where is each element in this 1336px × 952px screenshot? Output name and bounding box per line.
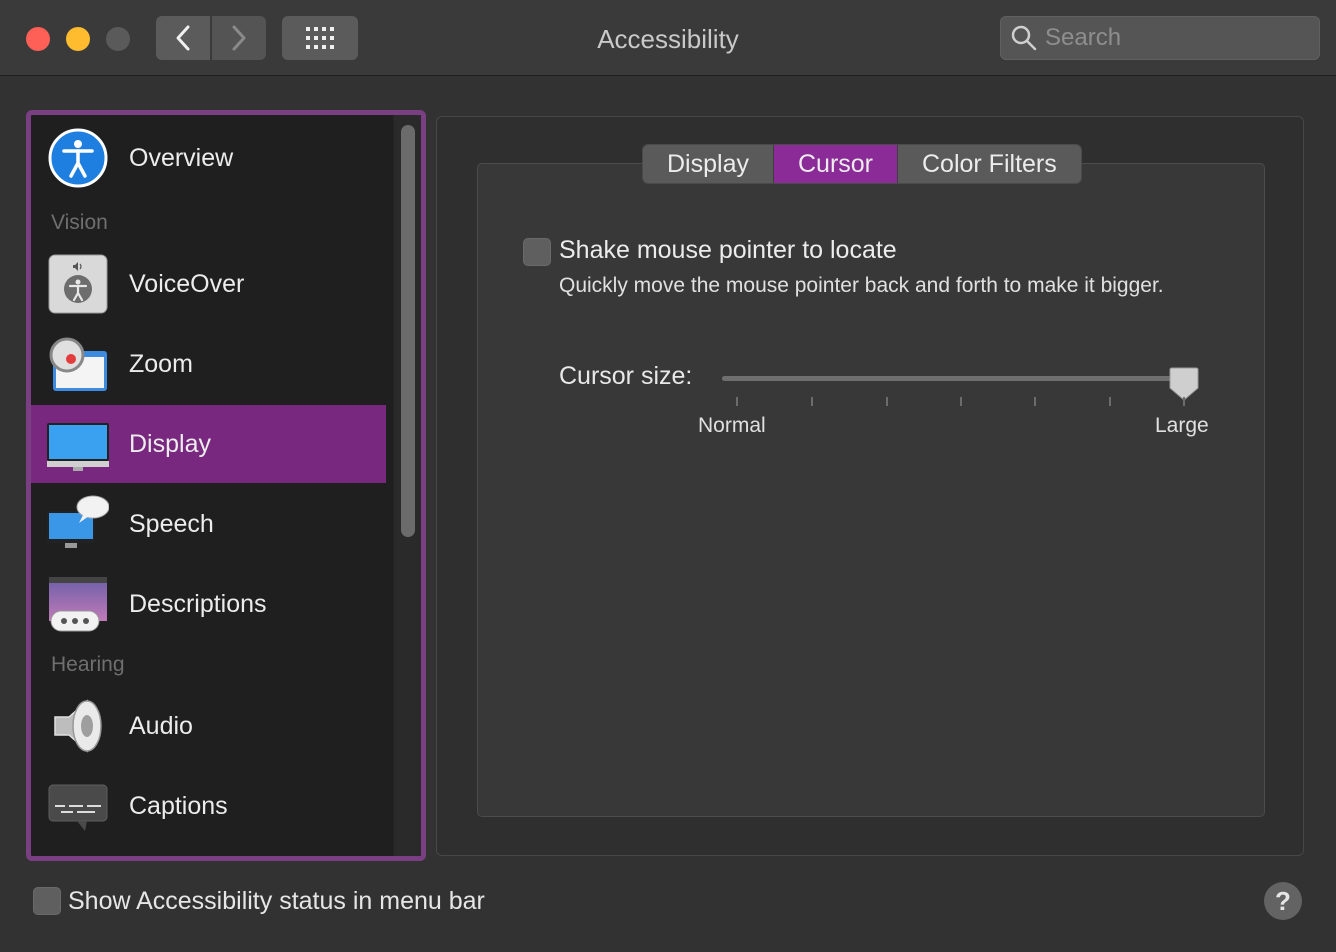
cursor-size-min-label: Normal xyxy=(698,414,766,437)
search-field[interactable] xyxy=(1000,16,1320,60)
slider-tick xyxy=(811,397,813,406)
sidebar-item-captions[interactable]: Captions xyxy=(31,767,386,845)
sidebar-item-overview[interactable]: Overview xyxy=(31,119,386,197)
sidebar-item-label: VoiceOver xyxy=(129,269,245,298)
cursor-tab-content: Shake mouse pointer to locate Quickly mo… xyxy=(477,163,1265,817)
sidebar-scrollbar-thumb[interactable] xyxy=(401,125,415,537)
accessibility-overview-icon xyxy=(48,128,108,188)
tab-color-filters[interactable]: Color Filters xyxy=(898,145,1081,183)
tab-bar: Display Cursor Color Filters xyxy=(642,144,1082,184)
cursor-size-label: Cursor size: xyxy=(559,362,693,390)
shake-pointer-checkbox[interactable] xyxy=(523,238,551,266)
cursor-size-max-label: Large xyxy=(1155,414,1209,437)
sidebar-item-label: Display xyxy=(129,429,211,458)
sidebar-item-label: Captions xyxy=(129,791,228,820)
tab-cursor[interactable]: Cursor xyxy=(773,145,898,183)
help-button[interactable]: ? xyxy=(1264,882,1302,920)
sidebar-item-descriptions[interactable]: Descriptions xyxy=(31,565,386,643)
slider-tick xyxy=(1183,397,1185,406)
sidebar-item-label: Audio xyxy=(129,711,193,740)
descriptions-icon xyxy=(49,577,107,632)
audio-icon xyxy=(54,699,102,753)
slider-tick xyxy=(1034,397,1036,406)
slider-tick xyxy=(1109,397,1111,406)
sidebar-item-label: Zoom xyxy=(129,349,193,378)
sidebar-item-label: Overview xyxy=(129,143,234,172)
sidebar-item-zoom[interactable]: Zoom xyxy=(31,325,386,403)
slider-tick xyxy=(736,397,738,406)
shake-pointer-description: Quickly move the mouse pointer back and … xyxy=(559,274,1164,297)
section-header-vision: Vision xyxy=(51,211,108,234)
search-icon xyxy=(1011,25,1037,51)
voiceover-icon xyxy=(48,254,108,314)
display-icon xyxy=(47,423,109,471)
sidebar-item-label: Descriptions xyxy=(129,589,267,618)
cursor-size-slider-fill xyxy=(722,376,1184,381)
show-status-label: Show Accessibility status in menu bar xyxy=(68,887,485,915)
section-header-hearing: Hearing xyxy=(51,653,125,676)
tab-display[interactable]: Display xyxy=(643,145,774,183)
show-status-checkbox[interactable] xyxy=(33,887,61,915)
sidebar-item-label: Speech xyxy=(129,509,214,538)
slider-tick xyxy=(960,397,962,406)
search-input[interactable] xyxy=(1045,24,1305,52)
content-panel: Display Cursor Color Filters Shake mouse… xyxy=(436,116,1304,856)
sidebar-item-display[interactable]: Display xyxy=(31,405,386,483)
sidebar-item-speech[interactable]: Speech xyxy=(31,485,386,563)
sidebar-item-voiceover[interactable]: VoiceOver xyxy=(31,245,386,323)
shake-pointer-label: Shake mouse pointer to locate xyxy=(559,236,897,264)
title-bar: Accessibility xyxy=(0,0,1336,76)
sidebar-scrollbar[interactable] xyxy=(393,115,421,856)
sidebar: Overview Vision VoiceOver Zoom Display S… xyxy=(26,110,426,861)
zoom-icon xyxy=(49,337,107,391)
sidebar-item-audio[interactable]: Audio xyxy=(31,687,386,765)
slider-tick xyxy=(886,397,888,406)
captions-icon xyxy=(48,784,108,831)
help-icon: ? xyxy=(1275,885,1291,916)
cursor-size-slider-track[interactable] xyxy=(722,376,1194,381)
speech-icon xyxy=(47,495,109,548)
